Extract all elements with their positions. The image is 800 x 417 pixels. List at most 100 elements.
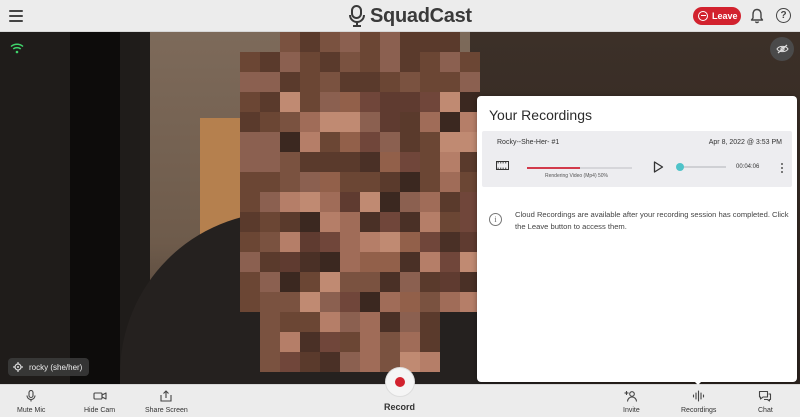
record-dot-icon xyxy=(395,377,405,387)
mute-mic-label: Mute Mic xyxy=(17,407,46,414)
more-vertical-icon[interactable] xyxy=(779,162,785,174)
chat-label: Chat xyxy=(758,407,773,414)
mosaic-tile xyxy=(240,72,260,92)
mosaic-tile xyxy=(260,192,280,212)
mosaic-tile xyxy=(260,152,280,172)
mosaic-tile xyxy=(340,152,360,172)
mosaic-tile xyxy=(340,232,360,252)
mute-mic-button[interactable]: Mute Mic xyxy=(17,390,45,414)
mosaic-tile xyxy=(320,312,340,332)
mosaic-tile xyxy=(240,232,260,252)
chat-button[interactable]: Chat xyxy=(758,390,773,414)
mosaic-tile xyxy=(440,232,460,252)
mosaic-tile xyxy=(260,292,280,312)
mosaic-tile xyxy=(420,312,440,332)
bell-icon[interactable] xyxy=(750,8,764,24)
mosaic-tile xyxy=(400,212,420,232)
camera-icon xyxy=(93,392,107,400)
mosaic-tile xyxy=(380,272,400,292)
mosaic-tile xyxy=(400,52,420,72)
mosaic-tile xyxy=(280,72,300,92)
mosaic-tile xyxy=(420,352,440,372)
mosaic-tile xyxy=(360,72,380,92)
mosaic-tile xyxy=(260,112,280,132)
share-screen-label: Share Screen xyxy=(145,407,188,414)
mosaic-tile xyxy=(380,212,400,232)
play-icon[interactable] xyxy=(652,161,664,173)
mosaic-tile xyxy=(320,72,340,92)
mosaic-tile xyxy=(240,52,260,72)
recordings-button[interactable]: Recordings xyxy=(681,390,716,414)
mosaic-tile xyxy=(400,112,420,132)
mosaic-tile xyxy=(400,72,420,92)
mosaic-tile xyxy=(460,52,480,72)
film-icon[interactable] xyxy=(496,161,509,170)
seek-handle[interactable] xyxy=(676,163,684,171)
mosaic-tile xyxy=(380,152,400,172)
mosaic-tile xyxy=(280,312,300,332)
mosaic-tile xyxy=(400,252,420,272)
mosaic-tile xyxy=(420,212,440,232)
mosaic-tile xyxy=(280,352,300,372)
playback-seek-bar[interactable] xyxy=(676,163,726,171)
mosaic-tile xyxy=(320,112,340,132)
mosaic-tile xyxy=(260,272,280,292)
mosaic-tile xyxy=(320,32,340,52)
leave-icon xyxy=(698,11,708,21)
mosaic-tile xyxy=(360,52,380,72)
recording-name: Rocky--She-Her- #1 xyxy=(497,139,560,146)
menu-icon[interactable] xyxy=(9,10,23,22)
mosaic-tile xyxy=(440,152,460,172)
render-progress-fill xyxy=(527,167,580,169)
mosaic-tile xyxy=(320,192,340,212)
mosaic-tile xyxy=(320,132,340,152)
leave-button[interactable]: Leave xyxy=(693,7,741,25)
mosaic-tile xyxy=(340,132,360,152)
mosaic-tile xyxy=(420,92,440,112)
mosaic-tile xyxy=(320,252,340,272)
mosaic-tile xyxy=(420,132,440,152)
mosaic-tile xyxy=(360,252,380,272)
mosaic-tile xyxy=(340,252,360,272)
mosaic-tile xyxy=(340,172,360,192)
mosaic-tile xyxy=(380,312,400,332)
mosaic-tile xyxy=(440,212,460,232)
mosaic-tile xyxy=(260,252,280,272)
help-icon[interactable]: ? xyxy=(776,8,791,23)
mosaic-tile xyxy=(240,152,260,172)
mosaic-tile xyxy=(240,112,260,132)
squadcast-mic-logo-icon xyxy=(349,5,365,27)
mosaic-tile xyxy=(300,252,320,272)
invite-button[interactable]: Invite xyxy=(623,390,640,414)
mosaic-tile xyxy=(300,272,320,292)
mosaic-tile xyxy=(340,312,360,332)
mosaic-tile xyxy=(320,92,340,112)
mosaic-tile xyxy=(300,352,320,372)
leave-label: Leave xyxy=(712,11,738,21)
mosaic-tile xyxy=(460,72,480,92)
mosaic-tile xyxy=(280,112,300,132)
hide-self-view-button[interactable] xyxy=(770,37,794,61)
share-screen-button[interactable]: Share Screen xyxy=(145,390,188,414)
mosaic-tile xyxy=(280,52,300,72)
mosaic-tile xyxy=(440,192,460,212)
participant-name: rocky (she/her) xyxy=(29,362,83,372)
recording-date: Apr 8, 2022 @ 3:53 PM xyxy=(708,139,782,146)
info-icon: i xyxy=(489,213,502,226)
mosaic-tile xyxy=(420,152,440,172)
mosaic-tile xyxy=(400,312,420,332)
mosaic-tile xyxy=(320,292,340,312)
eye-off-icon xyxy=(775,44,789,54)
recordings-label: Recordings xyxy=(681,407,717,414)
hide-cam-button[interactable]: Hide Cam xyxy=(84,390,115,414)
mosaic-tile xyxy=(360,312,380,332)
record-button[interactable] xyxy=(385,367,415,397)
mosaic-tile xyxy=(340,92,360,112)
mosaic-tile xyxy=(420,272,440,292)
mosaic-tile xyxy=(280,252,300,272)
gear-icon[interactable] xyxy=(13,362,23,372)
mosaic-tile xyxy=(380,332,400,352)
mosaic-tile xyxy=(420,72,440,92)
mosaic-tile xyxy=(280,192,300,212)
mosaic-tile xyxy=(400,232,420,252)
